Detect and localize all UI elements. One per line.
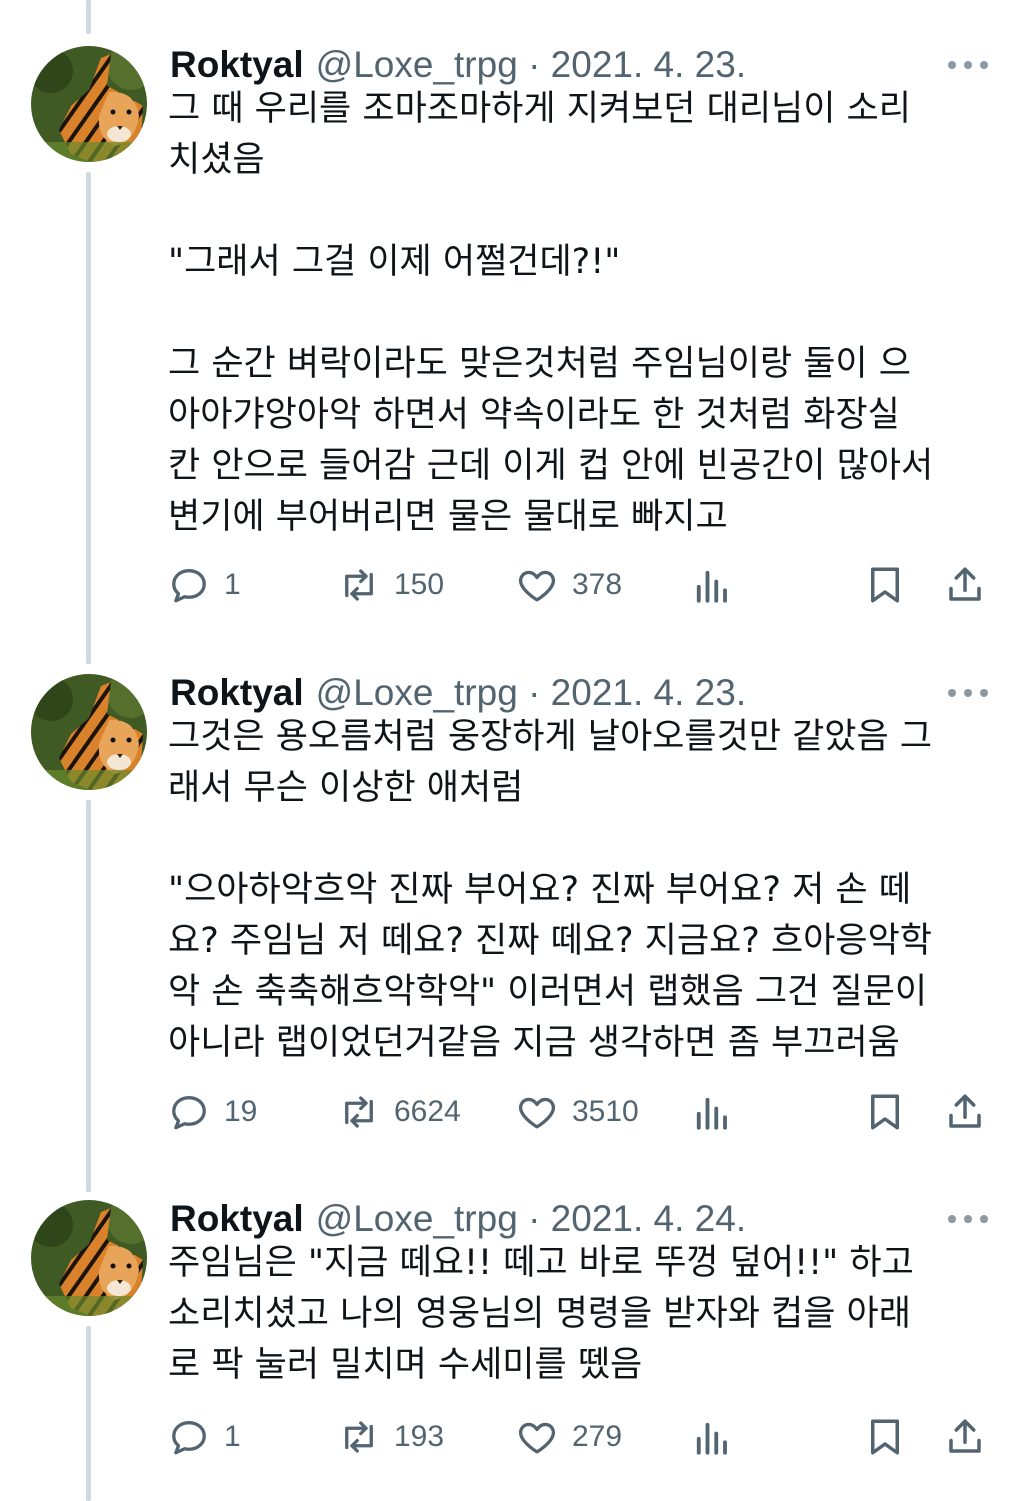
- bar-chart-icon: [696, 1097, 727, 1130]
- tweet-header: Roktyal @Loxe_trpg · 2021. 4. 24.: [170, 1194, 746, 1244]
- like-count: 3510: [572, 1095, 639, 1128]
- avatar[interactable]: [31, 1200, 147, 1316]
- tweet-text: 주임님은 "지금 떼요!! 떼고 바로 뚜껑 덮어!!" 하고 소리치셨고 나의…: [168, 1243, 914, 1385]
- like-button[interactable]: 279: [516, 1413, 622, 1461]
- heart-icon: [518, 1097, 556, 1129]
- retweet-count: 193: [394, 1420, 445, 1453]
- reply-button[interactable]: 1: [168, 1413, 241, 1461]
- share-upload-icon: [949, 1094, 981, 1128]
- bookmark-button[interactable]: [864, 1088, 906, 1136]
- retweet-button[interactable]: 6624: [338, 1088, 461, 1136]
- like-button[interactable]: 378: [516, 561, 622, 609]
- tweet-text: 그것은 용오름처럼 웅장하게 날아오를것만 같았음 그 래서 무슨 이상한 애처…: [168, 717, 933, 1063]
- handle-and-date[interactable]: @Loxe_trpg · 2021. 4. 24.: [316, 1198, 746, 1239]
- display-name[interactable]: Roktyal: [170, 44, 304, 85]
- more-dots-icon[interactable]: [948, 1214, 988, 1224]
- views-button[interactable]: [690, 1413, 732, 1461]
- thread-line-bottom: [86, 1326, 91, 1501]
- share-upload-icon: [949, 1419, 981, 1453]
- action-bar: 19 6624 3510: [168, 1088, 988, 1136]
- reply-count: 19: [224, 1095, 258, 1128]
- heart-icon: [518, 1422, 556, 1454]
- handle-and-date[interactable]: @Loxe_trpg · 2021. 4. 23.: [316, 672, 746, 713]
- speech-bubble-icon: [172, 1420, 206, 1455]
- bookmark-icon: [871, 567, 899, 603]
- share-button[interactable]: [944, 1088, 986, 1136]
- action-bar: 1 150 378: [168, 561, 988, 609]
- tweet-text: 그 때 우리를 조마조마하게 지켜보던 대리님이 소리 치셨음 "그래서 그걸 …: [168, 89, 934, 537]
- bookmark-icon: [871, 1419, 899, 1455]
- reply-button[interactable]: 1: [168, 561, 241, 609]
- share-upload-icon: [949, 567, 981, 601]
- more-dots-icon[interactable]: [948, 60, 988, 70]
- avatar[interactable]: [31, 46, 147, 162]
- views-button[interactable]: [690, 1088, 732, 1136]
- speech-bubble-icon: [172, 568, 206, 603]
- retweet-button[interactable]: 193: [338, 1413, 444, 1461]
- handle-and-date[interactable]: @Loxe_trpg · 2021. 4. 23.: [316, 44, 746, 85]
- retweet-icon: [345, 1421, 373, 1453]
- display-name[interactable]: Roktyal: [170, 672, 304, 713]
- tweet-header: Roktyal @Loxe_trpg · 2021. 4. 23.: [170, 40, 746, 90]
- more-dots-icon[interactable]: [948, 688, 988, 698]
- thread-line-top: [86, 0, 91, 34]
- bar-chart-icon: [696, 1422, 727, 1455]
- heart-icon: [518, 570, 556, 602]
- display-name[interactable]: Roktyal: [170, 1198, 304, 1239]
- retweet-icon: [345, 1096, 373, 1128]
- like-count: 378: [572, 568, 623, 601]
- bookmark-button[interactable]: [864, 561, 906, 609]
- action-bar: 1 193 279: [168, 1413, 988, 1461]
- reply-count: 1: [224, 1420, 241, 1453]
- bar-chart-icon: [696, 570, 727, 603]
- thread-line-1: [86, 172, 91, 664]
- retweet-count: 150: [394, 568, 445, 601]
- speech-bubble-icon: [172, 1095, 206, 1130]
- avatar[interactable]: [31, 674, 147, 790]
- reply-button[interactable]: 19: [168, 1088, 257, 1136]
- like-count: 279: [572, 1420, 623, 1453]
- retweet-count: 6624: [394, 1095, 461, 1128]
- share-button[interactable]: [944, 1413, 986, 1461]
- like-button[interactable]: 3510: [516, 1088, 639, 1136]
- reply-count: 1: [224, 568, 241, 601]
- views-button[interactable]: [690, 561, 732, 609]
- bookmark-button[interactable]: [864, 1413, 906, 1461]
- share-button[interactable]: [944, 561, 986, 609]
- thread-line-2: [86, 800, 91, 1192]
- bookmark-icon: [871, 1094, 899, 1130]
- tweet-header: Roktyal @Loxe_trpg · 2021. 4. 23.: [170, 668, 746, 718]
- retweet-icon: [345, 569, 373, 601]
- retweet-button[interactable]: 150: [338, 561, 444, 609]
